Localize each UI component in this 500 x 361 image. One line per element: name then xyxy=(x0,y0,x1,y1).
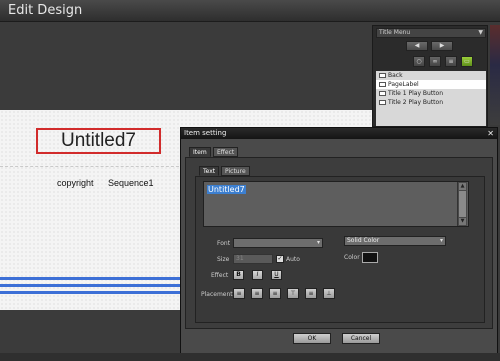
screen-icon: ▭ xyxy=(464,58,470,65)
canvas-copyright-text[interactable]: copyright xyxy=(57,178,94,188)
decor-stripe xyxy=(0,284,182,287)
underline-button[interactable]: U xyxy=(271,270,282,280)
scroll-thumb[interactable] xyxy=(459,191,466,217)
align-center-button[interactable]: ≡ xyxy=(251,288,263,299)
effect-label: Effect xyxy=(211,272,229,279)
tab-item[interactable]: Item xyxy=(189,147,211,157)
list-item-label: Title 2 Play Button xyxy=(388,99,444,106)
align-bottom-icon: ⊥ xyxy=(326,290,332,297)
canvas-title-text[interactable]: Untitled7 xyxy=(36,128,161,154)
chevron-down-icon: ▾ xyxy=(316,239,320,246)
color-label: Color xyxy=(344,254,360,261)
scroll-down-icon[interactable]: ▼ xyxy=(459,218,466,225)
item-icon xyxy=(379,100,386,105)
check-icon: ✓ xyxy=(277,255,283,262)
font-label: Font xyxy=(217,240,231,247)
tool-button-4[interactable]: ▭ xyxy=(461,56,473,67)
item-icon xyxy=(379,73,386,78)
list-icon: ≡ xyxy=(448,58,454,65)
list-item-label: Back xyxy=(388,72,403,79)
tab-text-label: Text xyxy=(203,168,216,175)
italic-button[interactable]: I xyxy=(252,270,263,280)
menu-item-list: Back PageLabel Title 1 Play Button Title… xyxy=(376,71,486,126)
tool-button-1[interactable]: ○ xyxy=(413,56,425,67)
tool-button-3[interactable]: ≡ xyxy=(445,56,457,67)
status-bar xyxy=(0,353,500,361)
auto-label: Auto xyxy=(286,256,300,263)
decor-stripe xyxy=(0,277,182,280)
dialog-title: Item setting xyxy=(184,129,227,137)
chevron-down-icon: ▾ xyxy=(439,237,443,244)
item-setting-dialog: Item setting ✕ Item Effect Text Picture … xyxy=(180,127,498,354)
text-input-area[interactable]: Untitled7 xyxy=(203,181,469,227)
italic-label: I xyxy=(256,271,259,278)
tab-text[interactable]: Text xyxy=(199,166,220,176)
tab-effect-label: Effect xyxy=(217,149,235,156)
list-item[interactable]: Title 1 Play Button xyxy=(376,89,486,98)
decor-stripe xyxy=(0,291,182,294)
bold-button[interactable]: B xyxy=(233,270,244,280)
left-arrow-icon: ◀ xyxy=(414,42,420,49)
list-item-label: Title 1 Play Button xyxy=(388,90,444,97)
list-item[interactable]: Back xyxy=(376,71,486,80)
align-top-button[interactable]: ⊤ xyxy=(287,288,299,299)
bold-label: B xyxy=(236,271,241,278)
tab-picture-label: Picture xyxy=(225,168,246,175)
close-icon[interactable]: ✕ xyxy=(487,128,494,139)
cancel-label: Cancel xyxy=(350,335,372,342)
tab-picture[interactable]: Picture xyxy=(221,166,250,176)
align-bottom-button[interactable]: ⊥ xyxy=(323,288,335,299)
tab-item-label: Item xyxy=(193,149,207,156)
size-input[interactable]: 31 xyxy=(233,254,273,264)
scroll-up-icon[interactable]: ▲ xyxy=(459,183,466,190)
align-left-button[interactable]: ≡ xyxy=(233,288,245,299)
item-icon xyxy=(379,91,386,96)
fill-type-value: Solid Color xyxy=(347,237,380,244)
link-icon: ∞ xyxy=(432,58,438,65)
title-bar: Edit Design xyxy=(0,0,500,22)
tab-effect[interactable]: Effect xyxy=(213,147,239,157)
color-swatch[interactable] xyxy=(362,252,378,263)
dialog-header: Item setting ✕ xyxy=(181,128,497,139)
right-arrow-icon: ▶ xyxy=(439,42,445,49)
app-title: Edit Design xyxy=(8,3,83,18)
placement-label: Placement xyxy=(201,291,233,298)
title-menu-select[interactable]: Title Menu ▼ xyxy=(376,28,486,38)
size-label: Size xyxy=(217,256,230,263)
prev-page-button[interactable]: ◀ xyxy=(406,41,428,51)
chevron-down-icon: ▼ xyxy=(478,29,483,36)
next-page-button[interactable]: ▶ xyxy=(431,41,453,51)
font-dropdown[interactable]: ▾ xyxy=(233,238,323,248)
align-right-button[interactable]: ≡ xyxy=(269,288,281,299)
text-scrollbar[interactable]: ▲ ▼ xyxy=(457,182,467,226)
ok-button[interactable]: OK xyxy=(293,333,331,344)
align-middle-icon: ≡ xyxy=(308,290,314,297)
canvas-sequence-text[interactable]: Sequence1 xyxy=(108,178,154,188)
selected-text: Untitled7 xyxy=(207,185,246,194)
item-icon xyxy=(379,82,386,87)
circle-icon: ○ xyxy=(416,58,422,65)
list-item[interactable]: PageLabel xyxy=(376,80,486,89)
align-top-icon: ⊤ xyxy=(290,290,296,297)
list-item-label: PageLabel xyxy=(388,81,419,88)
title-menu-panel: Title Menu ▼ ◀ ▶ ○ ∞ ≡ ▭ Back PageLabel … xyxy=(372,25,488,127)
size-value: 31 xyxy=(236,255,244,262)
align-center-icon: ≡ xyxy=(254,290,260,297)
fill-type-dropdown[interactable]: Solid Color ▾ xyxy=(344,236,446,246)
align-left-icon: ≡ xyxy=(236,290,242,297)
auto-size-checkbox[interactable]: ✓ xyxy=(276,255,284,263)
list-item[interactable]: Title 2 Play Button xyxy=(376,98,486,107)
ok-label: OK xyxy=(307,335,317,342)
preview-thumbnail xyxy=(490,25,500,125)
cancel-button[interactable]: Cancel xyxy=(342,333,380,344)
tool-button-2[interactable]: ∞ xyxy=(429,56,441,67)
underline-label: U xyxy=(274,271,279,278)
title-menu-select-value: Title Menu xyxy=(379,29,411,36)
align-right-icon: ≡ xyxy=(272,290,278,297)
align-middle-button[interactable]: ≡ xyxy=(305,288,317,299)
